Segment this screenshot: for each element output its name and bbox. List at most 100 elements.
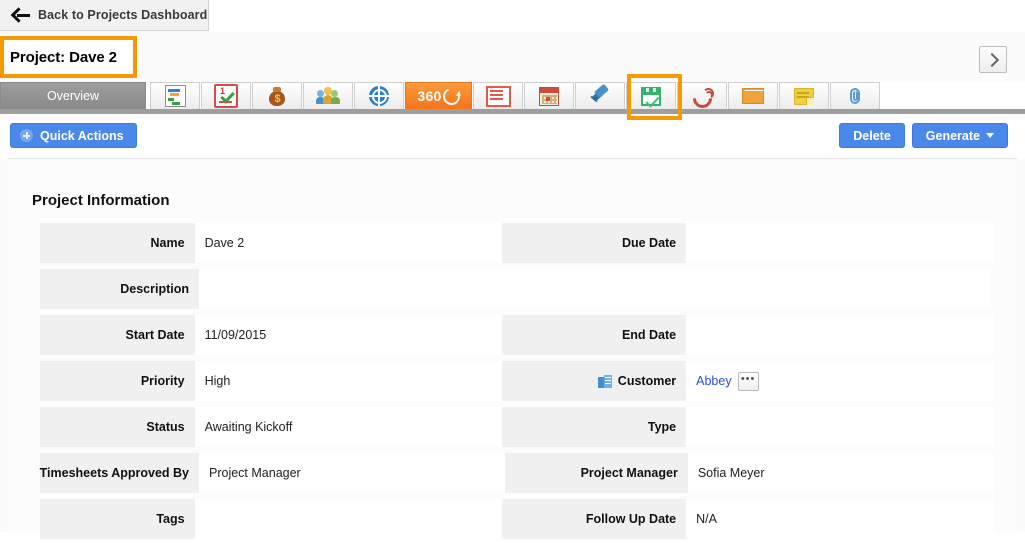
tab-appointments[interactable]: [626, 82, 676, 109]
priority-label: Priority: [40, 361, 195, 401]
tab-calls[interactable]: [677, 82, 727, 112]
description-field[interactable]: [199, 269, 991, 309]
tab-attachments[interactable]: [830, 82, 880, 109]
description-label: Description: [40, 269, 199, 309]
column-gap: [502, 223, 532, 263]
column-gap: [502, 361, 532, 401]
start-date-label: Start Date: [40, 315, 195, 355]
customer-field[interactable]: Abbey •••: [686, 361, 995, 401]
tab-overview[interactable]: Overview: [0, 82, 146, 109]
chevron-down-icon: [986, 133, 994, 138]
chevron-right-icon: [984, 52, 1000, 67]
generate-label: Generate: [925, 128, 980, 143]
tab-finance[interactable]: $: [252, 82, 302, 109]
priority-field[interactable]: High: [194, 361, 503, 401]
phone-call-icon: [689, 85, 716, 112]
tab-overview-label: Overview: [46, 89, 100, 103]
circular-arrow-icon: [440, 85, 463, 107]
due-date-field[interactable]: [686, 223, 995, 263]
paperclip-icon: [845, 86, 865, 106]
quick-actions-label: Quick Actions: [40, 128, 124, 143]
tab-calendar[interactable]: [524, 82, 574, 109]
timesheets-approved-by-label: Timesheets Approved By: [40, 453, 199, 493]
field-row-priority-customer: Priority High Customer Abbey •••: [40, 361, 995, 401]
tab-tasks[interactable]: 1: [201, 82, 251, 109]
tags-field[interactable]: [194, 499, 503, 539]
status-field[interactable]: Awaiting Kickoff: [194, 407, 503, 447]
tab-strip: Overview 1 $ 360: [0, 82, 1025, 114]
customer-lookup-button[interactable]: •••: [737, 371, 759, 391]
users-group-icon: [316, 86, 340, 106]
pin-icon: [589, 83, 611, 106]
name-label: Name: [40, 223, 195, 263]
page-title-highlight: Project: Dave 2: [0, 36, 137, 78]
project-manager-field[interactable]: Sofia Meyer: [687, 453, 994, 493]
tab-pinned[interactable]: [575, 82, 625, 109]
column-gap: [502, 315, 532, 355]
column-gap: [502, 407, 532, 447]
follow-up-date-label: Follow Up Date: [531, 499, 687, 539]
tab-web[interactable]: [354, 82, 404, 109]
gantt-chart-icon: [164, 85, 186, 107]
status-label: Status: [40, 407, 195, 447]
back-arrow-icon: [13, 9, 30, 22]
tab-360-label: 360: [417, 88, 442, 104]
back-to-projects-dashboard-button[interactable]: Back to Projects Dashboard: [0, 0, 209, 31]
delete-label: Delete: [853, 128, 891, 143]
follow-up-date-field[interactable]: N/A: [686, 499, 995, 539]
due-date-label: Due Date: [531, 223, 687, 263]
action-toolbar: Quick Actions Delete Generate: [0, 119, 1025, 159]
end-date-field[interactable]: [686, 315, 995, 355]
field-row-startdate-enddate: Start Date 11/09/2015 End Date: [40, 315, 995, 355]
money-bag-icon: $: [267, 86, 287, 106]
section-title: Project Information: [32, 192, 170, 209]
start-date-field[interactable]: 11/09/2015: [194, 315, 503, 355]
project-information-grid: Name Dave 2 Due Date Description Start D…: [40, 223, 995, 545]
tab-notes[interactable]: [779, 82, 829, 109]
email-icon: [742, 88, 764, 104]
tab-news[interactable]: [473, 82, 523, 109]
note-icon: [794, 87, 814, 105]
delete-button[interactable]: Delete: [839, 123, 905, 148]
field-row-description: Description: [40, 269, 994, 309]
project-information-panel: Project Information Name Dave 2 Due Date…: [8, 164, 1017, 539]
calendar-check-icon: [641, 86, 661, 108]
back-button-label: Back to Projects Dashboard: [38, 8, 208, 22]
plus-circle-icon: [20, 129, 33, 142]
field-row-name-duedate: Name Dave 2 Due Date: [40, 223, 995, 263]
customer-link[interactable]: Abbey: [696, 374, 731, 388]
column-gap: [502, 499, 532, 539]
tab-strip-rail: [0, 109, 1025, 114]
next-record-button[interactable]: [979, 46, 1007, 73]
calendar-icon: [539, 86, 559, 106]
end-date-label: End Date: [531, 315, 687, 355]
timesheets-approved-by-field[interactable]: Project Manager: [199, 453, 506, 493]
field-row-status-type: Status Awaiting Kickoff Type: [40, 407, 995, 447]
generate-button[interactable]: Generate: [911, 123, 1008, 148]
tab-team[interactable]: [303, 82, 353, 109]
customer-label-cell: Customer: [531, 361, 687, 401]
tab-360[interactable]: 360: [405, 82, 472, 109]
customer-label: Customer: [617, 374, 677, 388]
project-overview-page: Back to Projects Dashboard Project: Dave…: [0, 0, 1025, 539]
field-row-timesheets-projectmanager: Timesheets Approved By Project Manager P…: [40, 453, 994, 493]
globe-icon: [369, 86, 389, 106]
field-row-tags-followup: Tags Follow Up Date N/A: [40, 499, 995, 539]
news-list-icon: [485, 85, 511, 107]
column-gap: [505, 453, 535, 493]
toolbar-divider: [8, 158, 1017, 159]
top-bar-filler: [209, 0, 1025, 32]
type-field[interactable]: [686, 407, 995, 447]
name-field[interactable]: Dave 2: [194, 223, 503, 263]
task-approval-icon: 1: [214, 84, 238, 108]
tab-list: Overview 1 $ 360: [0, 82, 881, 112]
tab-project-plan[interactable]: [150, 82, 200, 109]
type-label: Type: [531, 407, 687, 447]
tab-emails[interactable]: [728, 82, 778, 109]
tags-label: Tags: [40, 499, 195, 539]
quick-actions-button[interactable]: Quick Actions: [10, 123, 137, 148]
toolbar-right-buttons: Delete Generate: [839, 123, 1008, 148]
project-manager-label: Project Manager: [534, 453, 688, 493]
page-title: Project: Dave 2: [10, 48, 117, 66]
building-icon: [597, 374, 612, 388]
